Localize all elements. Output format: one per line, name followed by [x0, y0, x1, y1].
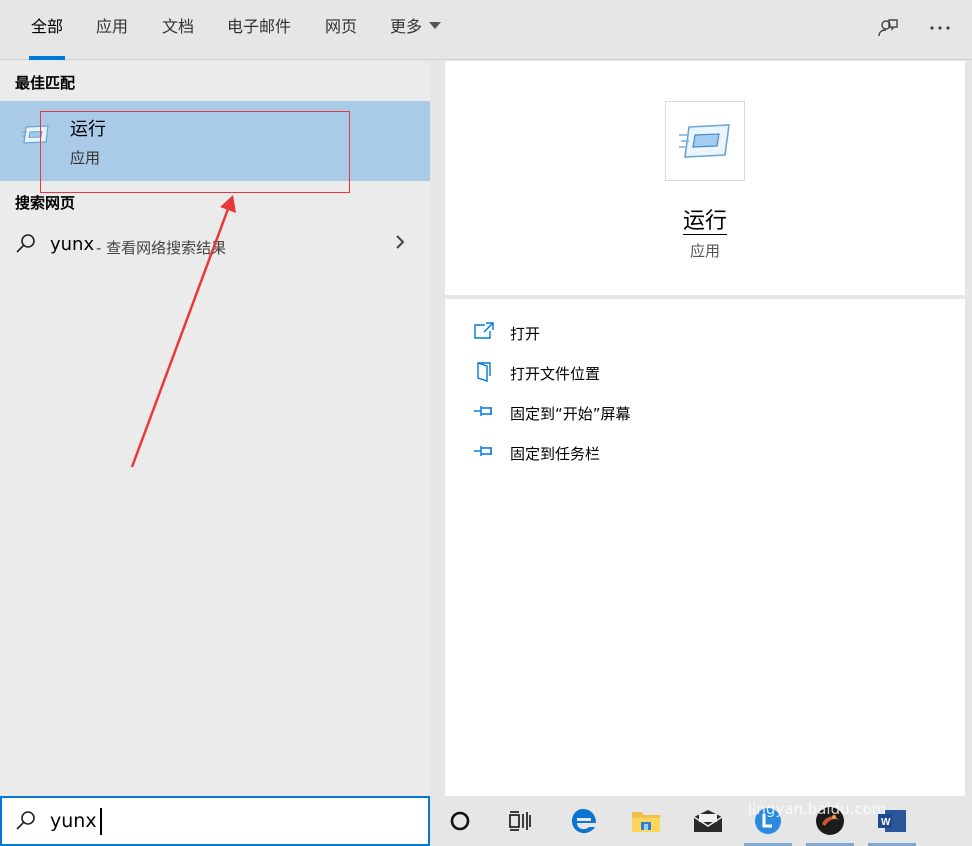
tab-apps[interactable]: 应用: [96, 0, 128, 60]
action-pin-to-taskbar-label: 固定到任务栏: [510, 445, 601, 463]
more-options-icon[interactable]: [926, 14, 954, 42]
file-explorer-icon[interactable]: [618, 796, 674, 846]
chevron-down-icon: [429, 22, 442, 29]
action-pin-to-taskbar[interactable]: 固定到任务栏: [473, 439, 953, 467]
feedback-icon[interactable]: [874, 14, 902, 42]
svg-text:W: W: [881, 817, 891, 828]
app-preview-card: 运行 应用: [445, 61, 965, 295]
tab-more-label: 更多: [390, 17, 423, 36]
cortana-icon[interactable]: [432, 796, 488, 846]
run-app-large-icon: [665, 101, 745, 181]
preview-pane: 运行 应用 打开 打开文件位置 固定到“开始”屏幕 固定到任务栏: [430, 61, 972, 796]
open-icon: [473, 321, 495, 345]
tab-all[interactable]: 全部: [28, 0, 66, 60]
file-location-icon: [473, 361, 495, 387]
baidu-watermark-url: jingyan.baidu.com: [748, 800, 887, 818]
action-open-file-location-label: 打开文件位置: [510, 365, 601, 383]
pin-icon: [473, 401, 495, 425]
preview-app-name: 运行: [445, 203, 965, 235]
search-input[interactable]: yunx: [0, 796, 430, 846]
search-icon: [14, 809, 38, 837]
search-input-value: yunx: [50, 810, 97, 832]
text-caret: [100, 808, 102, 835]
preview-app-type: 应用: [689, 242, 720, 260]
tab-email[interactable]: 电子邮件: [227, 0, 291, 60]
tab-documents[interactable]: 文档: [162, 0, 194, 60]
taskbar: W: [430, 796, 972, 846]
annotation-arrow: [130, 195, 236, 468]
preview-app-name-text: 运行: [682, 209, 727, 235]
actions-list: 打开 打开文件位置 固定到“开始”屏幕 固定到任务栏: [445, 299, 965, 796]
tab-more[interactable]: 更多: [390, 0, 442, 60]
baidu-watermark: Bai经验: [745, 749, 887, 790]
action-open[interactable]: 打开: [473, 319, 953, 347]
tab-web[interactable]: 网页: [325, 0, 357, 60]
edge-icon[interactable]: [556, 796, 612, 846]
filter-tab-bar: 全部 应用 文档 电子邮件 网页 更多: [0, 0, 972, 60]
results-pane: 最佳匹配 运行 应用 搜索网页 yunx - 查看网络搜索结果: [0, 61, 430, 796]
action-open-file-location[interactable]: 打开文件位置: [473, 359, 953, 387]
action-pin-to-start[interactable]: 固定到“开始”屏幕: [473, 399, 953, 427]
pin-icon: [473, 441, 495, 465]
task-view-icon[interactable]: [492, 796, 548, 846]
mail-icon[interactable]: [680, 796, 736, 846]
action-pin-to-start-label: 固定到“开始”屏幕: [510, 405, 631, 423]
action-open-label: 打开: [510, 325, 541, 343]
